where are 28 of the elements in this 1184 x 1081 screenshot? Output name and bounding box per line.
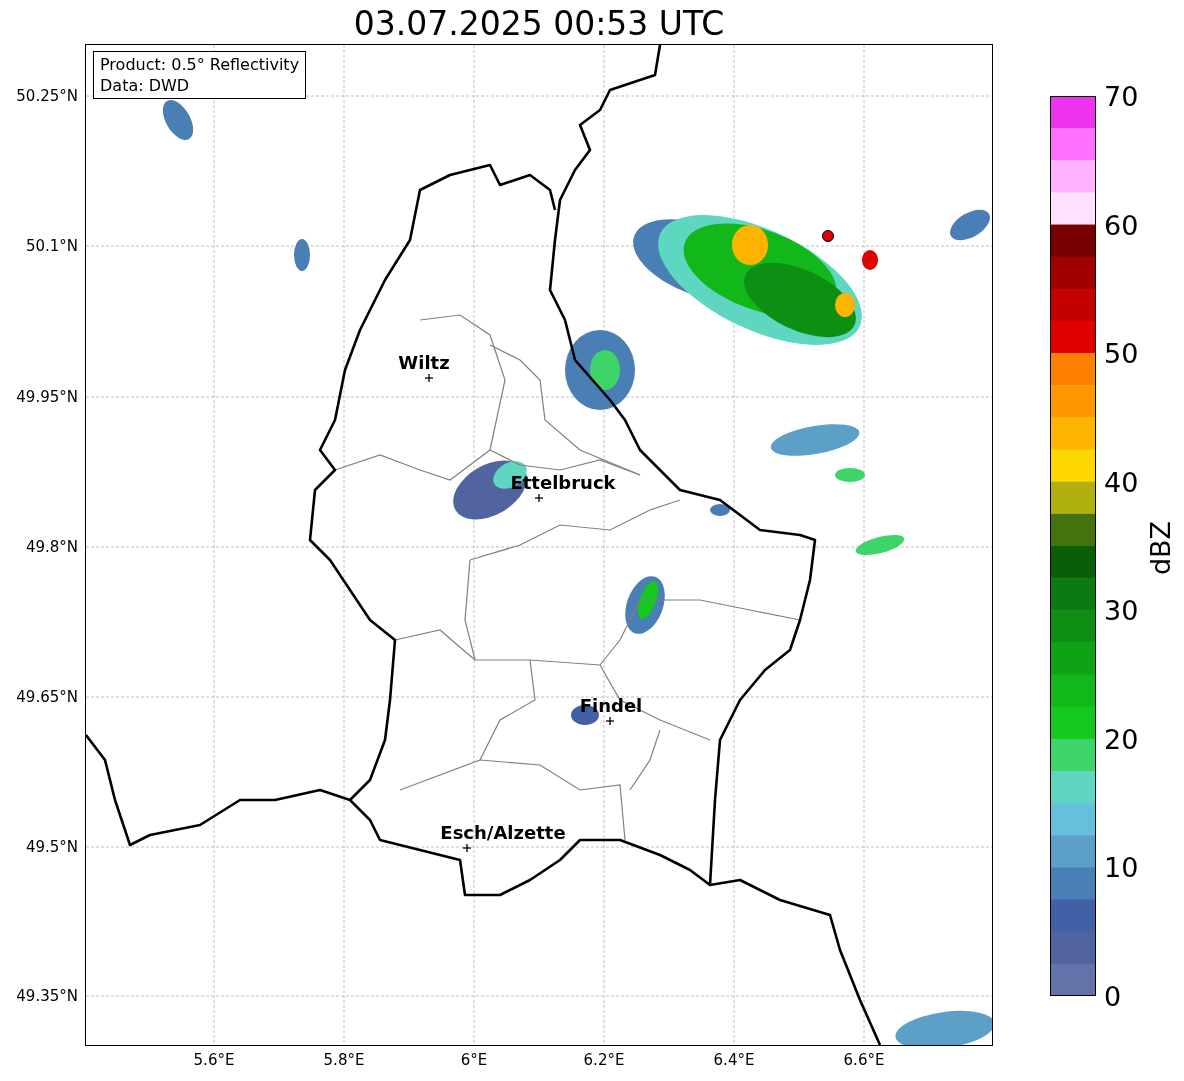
axis-tick-label: 50.1°N bbox=[25, 237, 78, 255]
axis-tick-label: 50.25°N bbox=[16, 87, 78, 105]
axis-tick-label: 6.4°E bbox=[713, 1051, 755, 1069]
axis-tick-label: 49.5°N bbox=[25, 838, 78, 856]
axis-tick-label: 49.95°N bbox=[16, 388, 78, 406]
colorbar-tick-label: 10 bbox=[1104, 851, 1139, 883]
axis-tick-label: 6°E bbox=[460, 1051, 488, 1069]
colorbar-tick-label: 20 bbox=[1104, 723, 1139, 755]
city-label: Wiltz bbox=[398, 351, 450, 373]
chart-title: 03.07.2025 00:53 UTC bbox=[352, 4, 726, 43]
axis-tick-label: 49.65°N bbox=[16, 688, 78, 706]
axis-tick-label: 49.35°N bbox=[16, 987, 78, 1005]
colorbar-tick-label: 40 bbox=[1104, 466, 1139, 498]
info-text: Data: DWD bbox=[100, 75, 191, 96]
axis-tick-label: 6.6°E bbox=[843, 1051, 885, 1069]
colorbar-tick-label: 0 bbox=[1104, 980, 1122, 1012]
colorbar-label: dBZ bbox=[1144, 520, 1176, 576]
colorbar-tick-label: 30 bbox=[1104, 594, 1139, 626]
axis-tick-label: 5.8°E bbox=[323, 1051, 365, 1069]
axis-tick-label: 49.8°N bbox=[25, 538, 78, 556]
city-label: Findel bbox=[579, 694, 643, 716]
city-label: Esch/Alzette bbox=[440, 821, 566, 843]
axis-tick-label: 5.6°E bbox=[193, 1051, 235, 1069]
colorbar-tick-label: 60 bbox=[1104, 209, 1139, 241]
info-text: Product: 0.5° Reflectivity bbox=[100, 54, 300, 75]
axis-tick-label: 6.2°E bbox=[583, 1051, 625, 1069]
colorbar-tick-label: 50 bbox=[1104, 337, 1139, 369]
colorbar-tick-label: 70 bbox=[1104, 80, 1139, 112]
